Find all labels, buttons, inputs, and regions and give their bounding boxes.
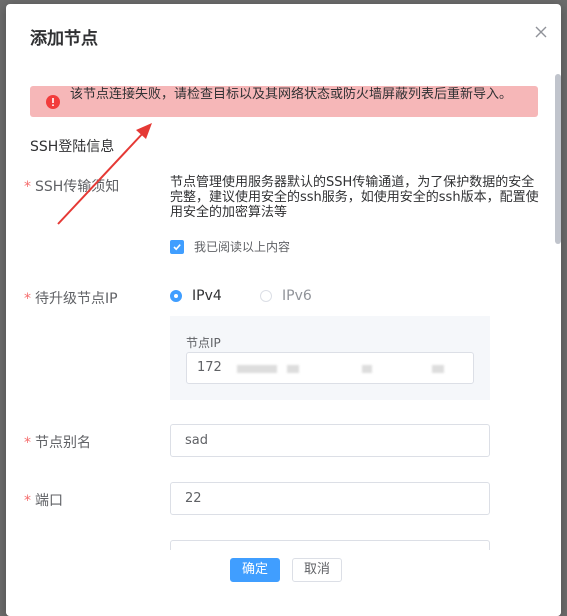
ssh-notice-label: * SSH传输须知 xyxy=(24,176,119,196)
node-ip-label: 节点IP xyxy=(186,336,221,350)
alert-message: 该节点连接失败，请检查目标以及其网络状态或防火墙屏蔽列表后重新导入。 xyxy=(70,87,513,102)
close-icon[interactable] xyxy=(533,24,549,40)
required-mark: * xyxy=(24,493,31,509)
cancel-button[interactable]: 取消 xyxy=(292,558,342,582)
redaction-blur xyxy=(237,365,277,373)
required-mark: * xyxy=(24,291,31,307)
port-label: * 端口 xyxy=(24,490,63,510)
alias-value: sad xyxy=(185,433,208,448)
radio-unchecked-icon[interactable] xyxy=(260,290,272,302)
ip-input-panel: 节点IP 172 xyxy=(170,316,490,400)
radio-ipv6-label: IPv6 xyxy=(282,288,312,304)
error-alert: 该节点连接失败，请检查目标以及其网络状态或防火墙屏蔽列表后重新导入。 xyxy=(30,86,538,117)
checkbox-label: 我已阅读以上内容 xyxy=(194,240,291,254)
node-ip-input[interactable]: 172 xyxy=(186,352,474,384)
redaction-blur xyxy=(362,365,372,373)
port-label-text: 端口 xyxy=(35,493,63,509)
radio-ipv4-label: IPv4 xyxy=(192,288,222,304)
ssh-notice-text: 节点管理使用服务器默认的SSH传输通道，为了保护数据的安全完整，建议使用安全的s… xyxy=(170,175,539,220)
radio-ipv4[interactable]: IPv4 xyxy=(170,288,222,304)
dialog-footer: 确定 取消 xyxy=(6,550,561,616)
alias-input[interactable]: sad xyxy=(170,424,490,457)
upgrade-ip-label: * 待升级节点IP xyxy=(24,288,118,308)
required-mark: * xyxy=(24,435,31,451)
radio-checked-icon[interactable] xyxy=(170,290,182,302)
scrollbar[interactable] xyxy=(555,74,561,244)
required-mark: * xyxy=(24,179,31,195)
alias-label-text: 节点别名 xyxy=(35,435,91,451)
redaction-blur xyxy=(287,365,299,373)
alias-label: * 节点别名 xyxy=(24,432,91,452)
section-title: SSH登陆信息 xyxy=(30,139,115,155)
read-confirm-checkbox[interactable]: 我已阅读以上内容 xyxy=(170,238,290,255)
port-value: 22 xyxy=(185,491,202,506)
checkbox-checked-icon[interactable] xyxy=(170,239,184,254)
error-circle-icon xyxy=(46,94,60,109)
add-node-dialog: 添加节点 该节点连接失败，请检查目标以及其网络状态或防火墙屏蔽列表后重新导入。 … xyxy=(6,4,561,616)
radio-ipv6[interactable]: IPv6 xyxy=(260,288,312,304)
redaction-blur xyxy=(432,365,444,373)
upgrade-ip-label-text: 待升级节点IP xyxy=(35,291,118,307)
node-ip-value: 172 xyxy=(197,360,222,375)
ssh-notice-label-text: SSH传输须知 xyxy=(35,179,120,195)
port-input[interactable]: 22 xyxy=(170,482,490,515)
dialog-title: 添加节点 xyxy=(30,29,98,49)
confirm-button[interactable]: 确定 xyxy=(230,558,280,582)
